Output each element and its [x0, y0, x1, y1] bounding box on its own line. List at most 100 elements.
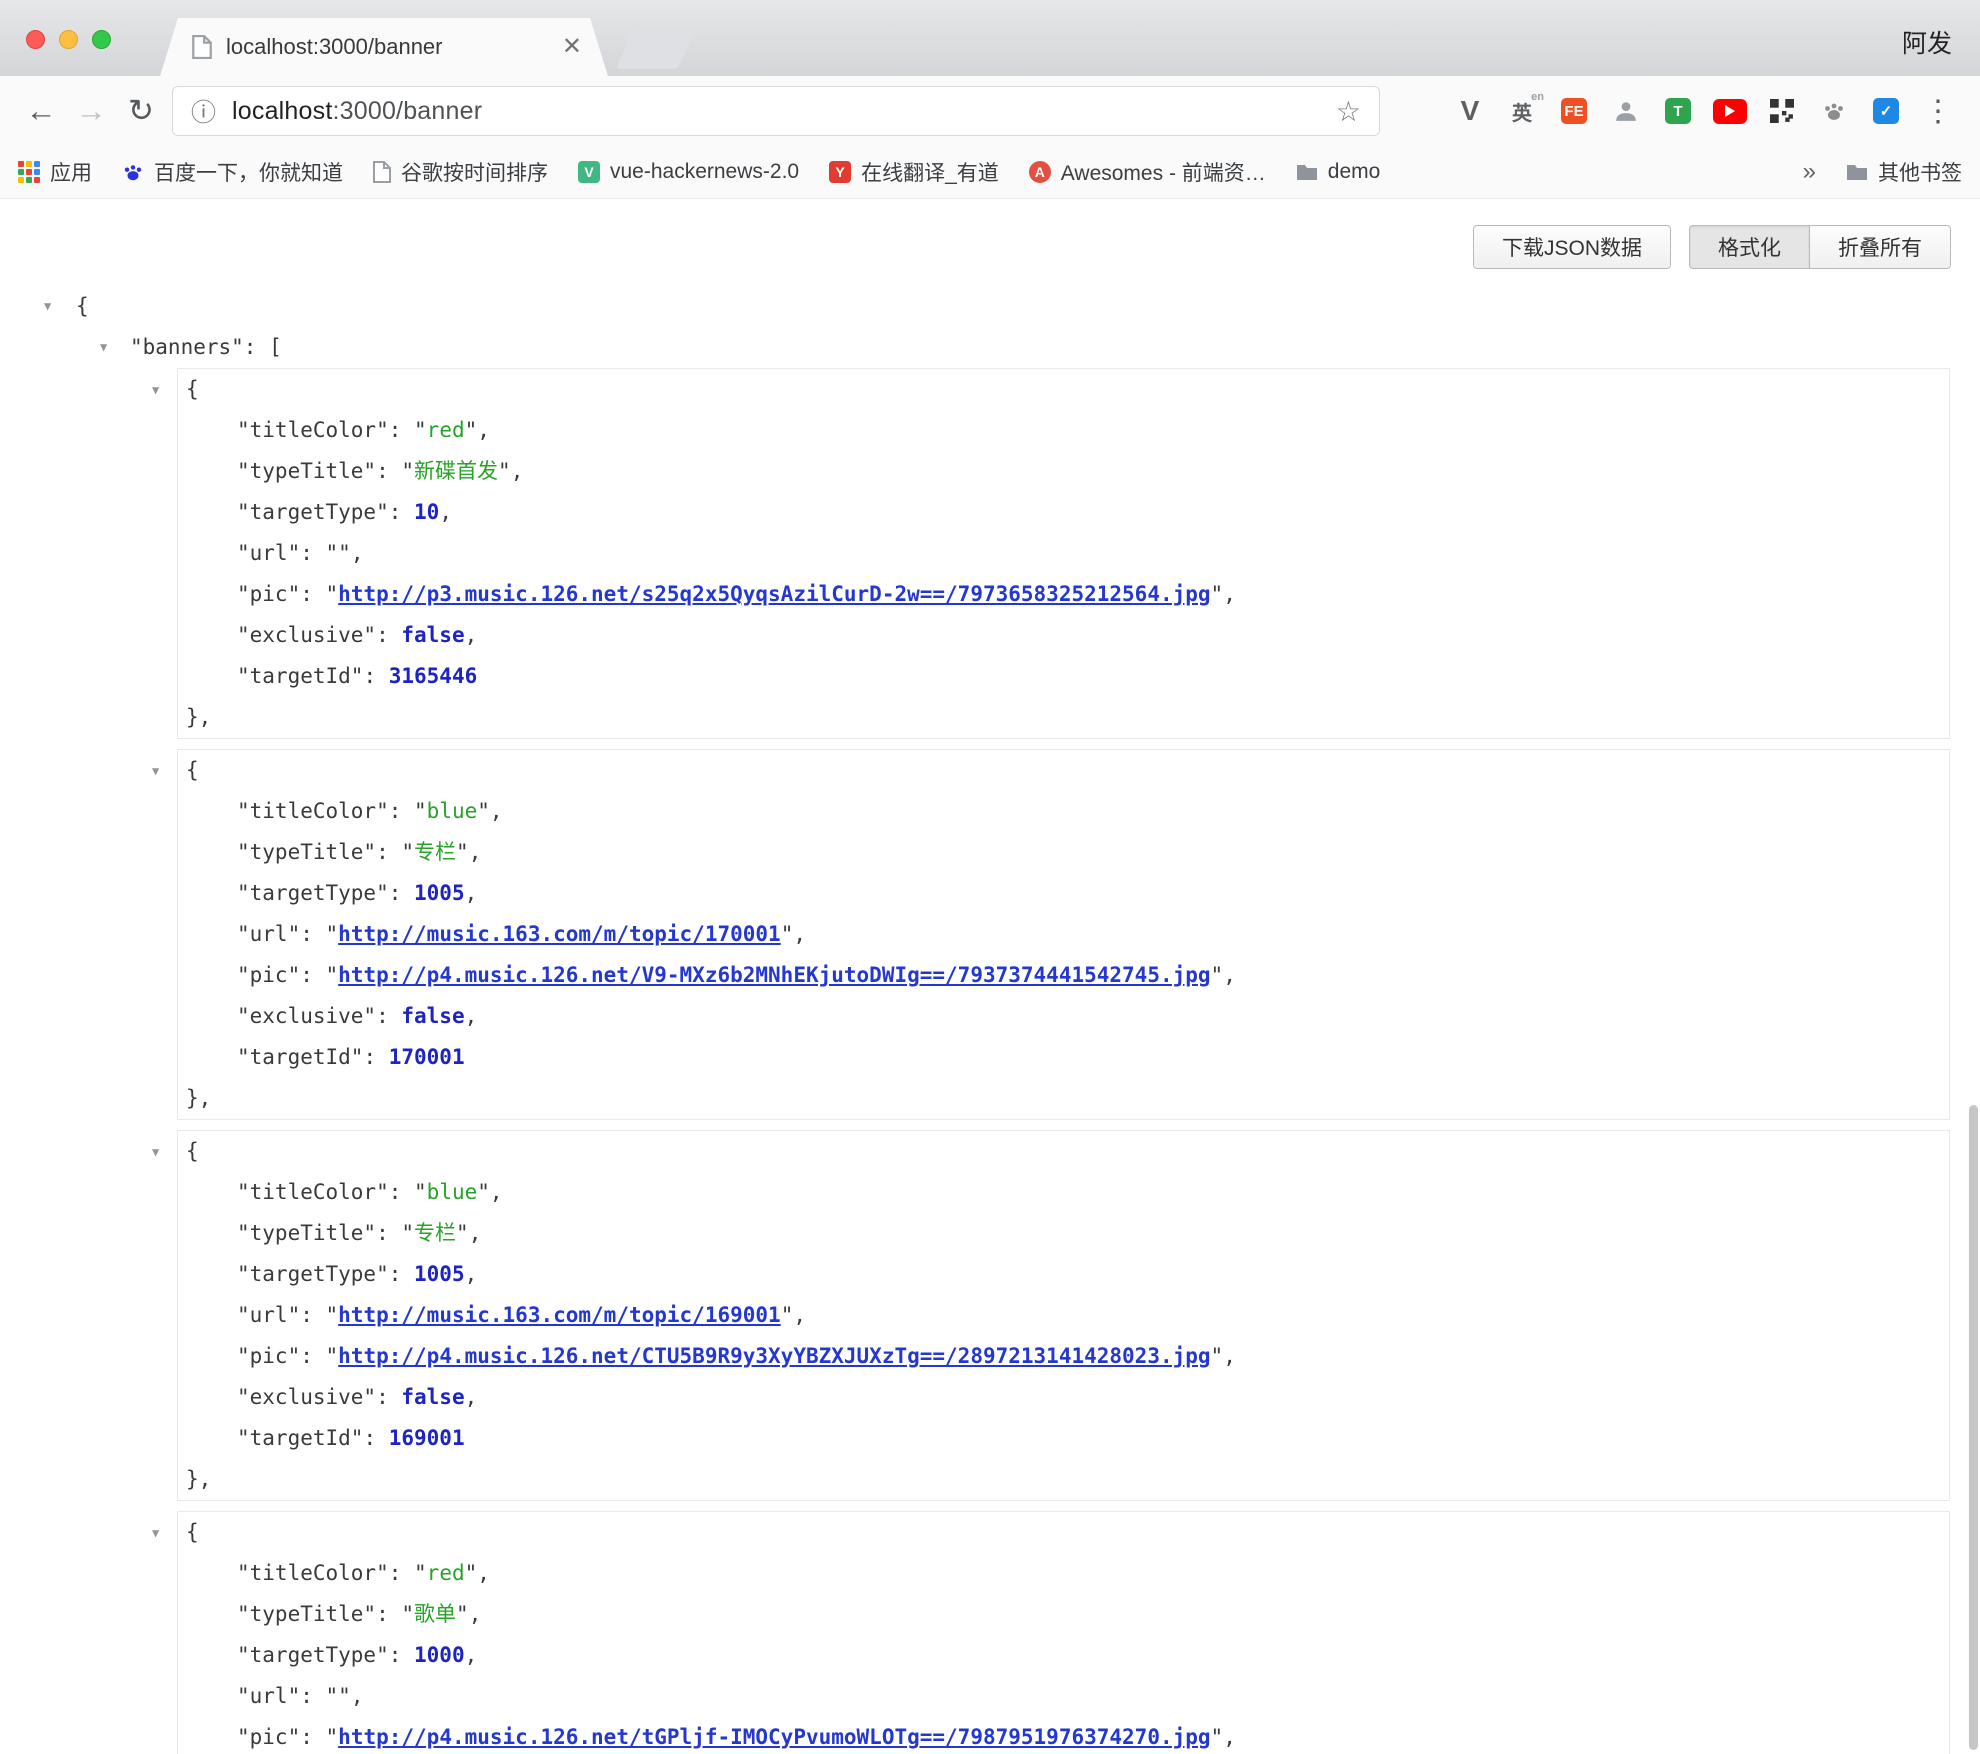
baidu-paw-icon	[122, 161, 144, 183]
collapse-triangle-icon[interactable]: ▼	[152, 751, 159, 792]
json-comma: ,	[469, 1221, 482, 1245]
collapse-all-button[interactable]: 折叠所有	[1810, 225, 1951, 269]
json-property-line: "typeTitle": "专栏",	[178, 832, 1949, 873]
json-comma: ,	[465, 623, 478, 647]
reload-button[interactable]: ↻	[116, 86, 166, 136]
json-string-value: red	[427, 1561, 465, 1585]
json-comma: ,	[439, 500, 452, 524]
bookmark-google-sort[interactable]: 谷歌按时间排序	[373, 157, 548, 187]
bookmarks-overflow-chevron[interactable]: »	[1803, 158, 1816, 186]
json-empty-string-value: ""	[326, 541, 351, 565]
json-link-value[interactable]: http://p4.music.126.net/V9-MXz6b2MNhEKju…	[338, 963, 1210, 987]
json-comma: ,	[465, 1004, 478, 1028]
bookmark-vue-hackernews[interactable]: V vue-hackernews-2.0	[578, 160, 799, 184]
json-comma: ,	[465, 881, 478, 905]
json-link-value[interactable]: http://p4.music.126.net/CTU5B9R9y3XyYBZX…	[338, 1344, 1210, 1368]
address-bar[interactable]: ⓘ localhost:3000/banner ☆	[172, 86, 1380, 136]
browser-toolbar: ← → ↻ ⓘ localhost:3000/banner ☆ V 英en FE…	[0, 76, 1980, 146]
json-quote: "	[401, 1602, 414, 1626]
json-key: "typeTitle"	[237, 840, 376, 864]
json-link-value[interactable]: http://p4.music.126.net/tGPljf-IMOCyPvum…	[338, 1725, 1210, 1749]
json-number-value: 169001	[389, 1426, 465, 1450]
fe-extension-icon[interactable]: FE	[1552, 89, 1596, 133]
bookmark-label: vue-hackernews-2.0	[610, 160, 799, 184]
format-button[interactable]: 格式化	[1689, 225, 1810, 269]
json-comma: ,	[1223, 1344, 1236, 1368]
json-link-value[interactable]: http://music.163.com/m/topic/170001	[338, 922, 781, 946]
download-json-button[interactable]: 下载JSON数据	[1473, 225, 1671, 269]
json-quote: "	[477, 799, 490, 823]
account-extension-icon[interactable]	[1604, 89, 1648, 133]
json-key: "titleColor"	[237, 418, 389, 442]
json-colon: :	[376, 1221, 401, 1245]
json-quote: "	[401, 459, 414, 483]
collapse-triangle-icon[interactable]: ▼	[152, 1132, 159, 1173]
json-colon: :	[389, 799, 414, 823]
json-banners-line: ▼"banners": [	[0, 327, 1950, 368]
back-button[interactable]: ←	[16, 86, 66, 136]
forward-button[interactable]: →	[66, 86, 116, 136]
bookmark-star-icon[interactable]: ☆	[1336, 95, 1361, 128]
json-key: "exclusive"	[237, 1385, 376, 1409]
json-comma: ,	[477, 1561, 490, 1585]
json-link-value[interactable]: http://music.163.com/m/topic/169001	[338, 1303, 781, 1327]
json-link-value[interactable]: http://p3.music.126.net/s25q2x5QyqsAzilC…	[338, 582, 1210, 606]
json-colon: :	[389, 1262, 414, 1286]
folder-icon	[1296, 163, 1318, 181]
json-comma: ,	[511, 459, 524, 483]
tab-title: localhost:3000/banner	[226, 34, 548, 60]
paw-extension-icon[interactable]	[1812, 89, 1856, 133]
bookmark-baidu[interactable]: 百度一下，你就知道	[122, 157, 343, 187]
shield-t-extension-icon[interactable]: T	[1656, 89, 1700, 133]
folder-icon	[1846, 163, 1868, 181]
new-tab-button[interactable]	[616, 27, 697, 69]
json-quote: "	[1211, 963, 1224, 987]
json-key: "exclusive"	[237, 1004, 376, 1028]
json-property-line: "titleColor": "red",	[178, 1553, 1949, 1594]
json-colon: :	[376, 840, 401, 864]
bookmark-youdao[interactable]: Y 在线翻译_有道	[829, 157, 999, 187]
page-favicon-icon	[192, 35, 212, 59]
json-quote: "	[326, 582, 339, 606]
bookmark-awesomes[interactable]: A Awesomes - 前端资…	[1029, 157, 1266, 187]
json-string-value: red	[427, 418, 465, 442]
json-comma: ,	[469, 840, 482, 864]
minimize-window-button[interactable]	[59, 30, 78, 49]
youtube-extension-icon[interactable]	[1708, 89, 1752, 133]
collapse-triangle-icon[interactable]: ▼	[100, 327, 107, 368]
shield-check-extension-icon[interactable]: ✓	[1864, 89, 1908, 133]
bookmark-apps[interactable]: 应用	[18, 157, 92, 187]
other-bookmarks-folder[interactable]: 其他书签	[1846, 157, 1962, 187]
json-brace: {	[76, 294, 89, 318]
json-quote: "	[326, 1344, 339, 1368]
json-colon: :	[244, 335, 269, 359]
vertical-scrollbar[interactable]	[1969, 1105, 1978, 1750]
browser-tab[interactable]: localhost:3000/banner ✕	[160, 18, 608, 76]
zoom-window-button[interactable]	[92, 30, 111, 49]
json-key: "targetType"	[237, 500, 389, 524]
json-quote: "	[456, 840, 469, 864]
json-colon: :	[376, 1602, 401, 1626]
collapse-triangle-icon[interactable]: ▼	[152, 1513, 159, 1554]
bookmark-demo-folder[interactable]: demo	[1296, 160, 1381, 184]
json-quote: "	[414, 1180, 427, 1204]
collapse-triangle-icon[interactable]: ▼	[152, 370, 159, 411]
json-comma: ,	[490, 799, 503, 823]
window-titlebar: localhost:3000/banner ✕ 阿发	[0, 0, 1980, 76]
json-property-line: "pic": "http://p4.music.126.net/CTU5B9R9…	[178, 1336, 1949, 1377]
collapse-triangle-icon[interactable]: ▼	[44, 286, 51, 327]
json-quote: "	[781, 1303, 794, 1327]
qr-code-extension-icon[interactable]	[1760, 89, 1804, 133]
close-window-button[interactable]	[26, 30, 45, 49]
json-key: "pic"	[237, 963, 300, 987]
json-quote: "	[414, 799, 427, 823]
json-object-open-line: {	[178, 369, 1949, 410]
browser-menu-icon[interactable]: ⋮	[1916, 89, 1960, 133]
json-quote: "	[465, 1561, 478, 1585]
tab-close-icon[interactable]: ✕	[562, 35, 582, 59]
page-info-icon[interactable]: ⓘ	[191, 93, 216, 129]
vimium-extension-icon[interactable]: V	[1448, 89, 1492, 133]
translate-extension-icon[interactable]: 英en	[1500, 89, 1544, 133]
json-property-line: "typeTitle": "专栏",	[178, 1213, 1949, 1254]
json-colon: :	[389, 418, 414, 442]
